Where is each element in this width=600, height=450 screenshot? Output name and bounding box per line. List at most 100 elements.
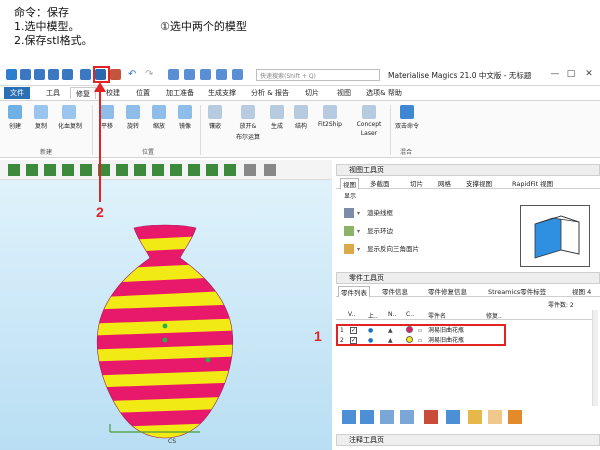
tab-slice-view[interactable]: 切片 [410, 178, 423, 188]
tab-view[interactable]: 视图 [332, 87, 356, 99]
nest-icon [208, 105, 222, 119]
delete-part-icon[interactable] [424, 410, 438, 424]
pan-icon[interactable] [216, 69, 227, 80]
copy-button[interactable]: 复制 [30, 105, 52, 130]
tab-options-help[interactable]: 选项& 帮助 [362, 87, 406, 99]
view-cube[interactable] [520, 205, 590, 267]
sketch-icon[interactable] [62, 164, 74, 176]
export-icon[interactable] [468, 410, 482, 424]
sketch-icon[interactable] [44, 164, 56, 176]
color-part-icon[interactable] [446, 410, 460, 424]
pivot-handle[interactable] [162, 323, 168, 329]
rotate-button[interactable]: 旋转 [122, 105, 144, 130]
redo-icon[interactable]: ↷ [145, 69, 156, 80]
tab-file[interactable]: 文件 [4, 87, 30, 99]
ribbon-divider [390, 105, 391, 155]
scale-button[interactable]: 缩放 [148, 105, 170, 130]
zoom-icon[interactable] [184, 69, 195, 80]
chevron-down-icon[interactable]: ▾ [357, 225, 363, 239]
rotate-view-icon[interactable] [200, 69, 211, 80]
tab-part-list[interactable]: 零件列表 [338, 286, 370, 297]
close-part-icon[interactable] [110, 69, 121, 80]
view-toolbar-tabs: 视图 多截面 切片 网格 支撑视图 RapidFit 视图 [336, 177, 600, 189]
coordinate-system-label: CS [168, 438, 176, 445]
tab-multi-section[interactable]: 多截面 [370, 178, 390, 188]
sketch-icon[interactable] [206, 164, 218, 176]
transparent-cube-icon[interactable] [264, 164, 276, 176]
column-visible[interactable]: V.. [348, 311, 355, 318]
gear-icon [400, 105, 414, 119]
chevron-down-icon[interactable]: ▾ [357, 207, 363, 221]
tab-build-prep[interactable]: 加工准备 [162, 87, 198, 99]
tab-position[interactable]: 位置 [130, 87, 156, 99]
view-search-icon[interactable] [232, 69, 243, 80]
unmark-icon[interactable] [508, 410, 522, 424]
tab-slice[interactable]: 切片 [300, 87, 324, 99]
show-edges-option[interactable]: ▾ 显示环边 [344, 224, 393, 238]
sketch-icon[interactable] [26, 164, 38, 176]
tab-tools[interactable]: 工具 [40, 87, 66, 99]
tab-view-main[interactable]: 视图 [340, 178, 359, 189]
nest-button[interactable]: 镶嵌 [204, 105, 226, 130]
double-click-command-button[interactable]: 双击命令 [394, 105, 420, 130]
merge-boolean-button[interactable]: 放开& 布尔运算 [234, 105, 262, 141]
vase-model[interactable] [0, 180, 332, 450]
show-flipped-triangles-option[interactable]: ▾ 显示反向三角面片 [344, 242, 419, 256]
tab-mesh[interactable]: 网格 [438, 178, 451, 188]
select-icon[interactable] [168, 69, 179, 80]
select-all-icon[interactable] [360, 410, 374, 424]
save-part-icon[interactable] [80, 69, 91, 80]
tab-streamics-label[interactable]: Streamics零件标签 [488, 286, 546, 296]
instruction-step-2: 2.保存stl格式。 [14, 34, 93, 47]
column-part-name[interactable]: 零件名 [428, 311, 446, 320]
sketch-icon[interactable] [152, 164, 164, 176]
transparent-cube-icon[interactable] [244, 164, 256, 176]
tab-part-fix-info[interactable]: 零件修复信息 [428, 286, 467, 296]
column-fix-status[interactable]: 修复.. [486, 311, 502, 320]
sketch-icon[interactable] [8, 164, 20, 176]
render-wireframe-option[interactable]: ▾ 渲染线框 [344, 206, 393, 220]
add-part-icon[interactable] [342, 410, 356, 424]
column-color[interactable]: C.. [406, 311, 414, 318]
open-file-icon[interactable] [34, 69, 45, 80]
tab-rapidfit-view[interactable]: RapidFit 视图 [512, 178, 553, 188]
tab-view-4[interactable]: 视图 4 [572, 286, 591, 296]
import-icon[interactable] [48, 69, 59, 80]
pivot-handle[interactable] [162, 337, 168, 343]
quick-search-input[interactable]: 快速搜索(Shift + Q) [256, 69, 380, 81]
tab-support[interactable]: 生成支撑 [204, 87, 240, 99]
3d-viewport[interactable] [0, 180, 332, 450]
fit2ship-button[interactable]: Fit2Ship [316, 105, 344, 128]
sketch-icon[interactable] [134, 164, 146, 176]
mark-icon[interactable] [488, 410, 502, 424]
mirror-button[interactable]: 镜像 [174, 105, 196, 130]
column-upload[interactable]: 上.. [368, 311, 378, 320]
concept-laser-icon [362, 105, 376, 119]
pattern-copy-button[interactable]: 化血复制 [58, 105, 82, 130]
new-file-icon[interactable] [20, 69, 31, 80]
view-tool-row [0, 160, 332, 180]
parts-toolbar-tabs: 零件列表 零件信息 零件修复信息 Streamics零件标签 视图 4 [336, 285, 600, 297]
minimize-button[interactable]: — [548, 68, 562, 80]
column-n[interactable]: N.. [388, 311, 396, 318]
sketch-icon[interactable] [188, 164, 200, 176]
split-parts-icon[interactable] [400, 410, 414, 424]
chevron-down-icon[interactable]: ▾ [357, 243, 363, 257]
structure-button[interactable]: 结构 [290, 105, 312, 130]
save-all-icon[interactable] [62, 69, 73, 80]
sketch-icon[interactable] [224, 164, 236, 176]
tab-support-view[interactable]: 支撑视图 [466, 178, 492, 188]
tab-part-info[interactable]: 零件信息 [382, 286, 408, 296]
maximize-button[interactable]: □ [564, 68, 578, 80]
tab-analysis[interactable]: 分析 & 报告 [248, 87, 292, 99]
sketch-icon[interactable] [116, 164, 128, 176]
merge-parts-icon[interactable] [380, 410, 394, 424]
generate-button[interactable]: 生成 [266, 105, 288, 130]
close-window-button[interactable]: ✕ [582, 68, 596, 80]
pivot-handle[interactable] [205, 357, 211, 363]
concept-laser-button[interactable]: Concept Laser [352, 105, 386, 137]
sketch-icon[interactable] [170, 164, 182, 176]
undo-icon[interactable]: ↶ [128, 69, 139, 80]
create-button[interactable]: 创建 [4, 105, 26, 130]
parts-list-scrollbar[interactable] [592, 310, 598, 406]
